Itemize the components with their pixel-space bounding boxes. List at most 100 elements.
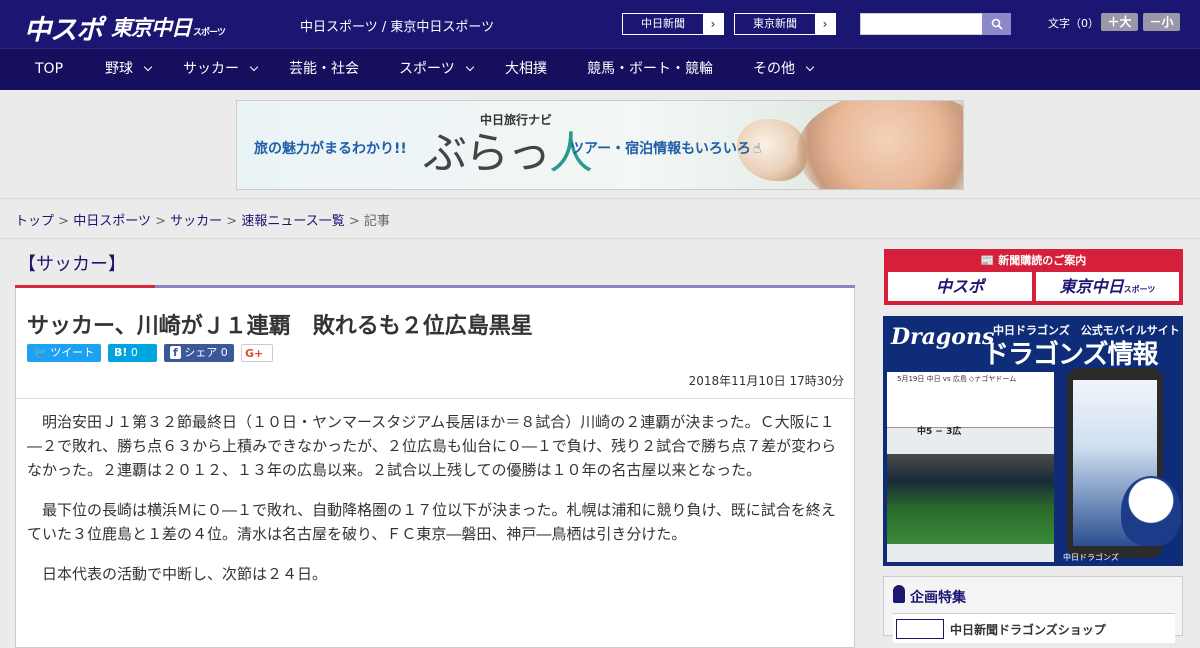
twitter-icon: 🐦 xyxy=(33,346,47,359)
tokyo-logo-small: スポーツ xyxy=(193,28,226,38)
nav-label: 競馬・ボート・競輪 xyxy=(587,61,713,77)
hatena-icon: B! xyxy=(114,346,128,359)
tokyo-shimbun-link[interactable]: 東京新聞 › xyxy=(734,13,836,35)
feature-box: 企画特集 中日新聞ドラゴンズショップ xyxy=(883,576,1183,643)
subscribe-tokyo-button[interactable]: 東京中日スポーツ xyxy=(1036,272,1179,301)
nav-item-sports[interactable]: スポーツ xyxy=(399,49,474,90)
article-paragraph: 最下位の長崎は横浜Ｍに０―１で敗れ、自動降格圏の１７位以下が決まった。札幌は浦和… xyxy=(27,501,836,543)
banner-right-text: ツアー・宿泊情報もいろいろ ☝ xyxy=(570,138,761,158)
article-card: サッカー、川崎がＪ１連覇 敗れるも２位広島黒星 🐦 ツイート B! 0 f シェ… xyxy=(15,288,855,648)
nav-label: 芸能・社会 xyxy=(289,61,359,77)
ad-banner[interactable]: 旅の魅力がまるわかり!! 中日旅行ナビ ぶらっ人 ツアー・宿泊情報もいろいろ ☝ xyxy=(236,100,964,190)
woman-photo xyxy=(797,101,963,189)
article-paragraph: 日本代表の活動で中断し、次節は２４日。 xyxy=(42,565,328,583)
google-plus-icon: G+ xyxy=(245,347,264,360)
facebook-share-button[interactable]: f シェア 0 xyxy=(164,344,234,362)
subscribe-tokyo-small: スポーツ xyxy=(1123,285,1156,294)
feature-title: 企画特集 xyxy=(910,590,966,606)
breadcrumb-separator: > xyxy=(226,214,238,229)
nav-label: サッカー xyxy=(183,61,239,77)
tokyo-chunichi-logo[interactable]: 東京中日 スポーツ xyxy=(111,12,226,42)
subscribe-tokyo-label: 東京中日 xyxy=(1059,277,1124,296)
scoreboard: 5月19日 中日 vs 広島 ◇ナゴヤドーム xyxy=(887,372,1054,428)
nav-item-entertainment[interactable]: 芸能・社会 xyxy=(289,49,359,90)
font-smaller-button[interactable]: －小 xyxy=(1143,13,1180,31)
subscription-title: 📰 新聞購読のご案内 xyxy=(884,252,1183,268)
dragons-logo: Dragons xyxy=(891,324,995,350)
subscribe-chuspo-button[interactable]: 中スポ xyxy=(888,272,1032,301)
article-paragraph: 明治安田Ｊ１第３２節最終日（１０日・ヤンマースタジアム長居ほか＝８試合）川崎の２… xyxy=(27,413,837,479)
search-input[interactable] xyxy=(860,13,983,35)
breadcrumb-separator: > xyxy=(155,214,166,229)
banner-right-label: ツアー・宿泊情報もいろいろ xyxy=(570,141,751,157)
dragons-title: ドラゴンズ情報 xyxy=(983,340,1158,370)
banner-title: ぶらっ人 xyxy=(423,117,593,181)
tweet-label: ツイート xyxy=(50,346,95,359)
chevron-right-icon: › xyxy=(815,14,835,34)
divider xyxy=(16,398,854,399)
chuspo-logo[interactable]: 中スポ xyxy=(24,8,103,47)
score-date: 5月19日 中日 vs 広島 ◇ナゴヤドーム xyxy=(897,375,1017,383)
facebook-count: 0 xyxy=(220,346,228,359)
article-body: 明治安田Ｊ１第３２節最終日（１０日・ヤンマースタジアム長居ほか＝８試合）川崎の２… xyxy=(27,410,845,602)
breadcrumb-soccer[interactable]: サッカー xyxy=(170,214,222,229)
category-label: 【サッカー】 xyxy=(18,254,126,275)
breadcrumb-current: 記事 xyxy=(363,214,390,229)
bookmark-icon xyxy=(893,585,905,603)
tokyo-logo-text: 東京中日 xyxy=(111,16,192,40)
chevron-right-icon: › xyxy=(703,14,723,34)
chunichi-shimbun-label: 中日新聞 xyxy=(641,17,685,30)
mascot-image xyxy=(1121,476,1181,546)
tokyo-shimbun-label: 東京新聞 xyxy=(753,17,797,30)
site-header: 中スポ 東京中日 スポーツ 中日スポーツ / 東京中日スポーツ 中日新聞 › 東京… xyxy=(0,0,1200,48)
facebook-share-label: シェア xyxy=(184,346,218,359)
article-date: 2018年11月10日 17時30分 xyxy=(688,374,844,388)
banner-title-a: ぶらっ xyxy=(423,128,551,179)
chevron-down-icon xyxy=(249,62,259,72)
breadcrumb-top[interactable]: トップ xyxy=(15,214,54,229)
main-nav: TOP 野球 サッカー 芸能・社会 スポーツ 大相撲 競馬・ボート・競輪 その他 xyxy=(0,48,1200,90)
chunichi-shimbun-link[interactable]: 中日新聞 › xyxy=(622,13,724,35)
feature-thumbnail[interactable] xyxy=(896,619,944,639)
subscription-title-label: 新聞購読のご案内 xyxy=(998,254,1087,267)
site-name: 中日スポーツ / 東京中日スポーツ xyxy=(300,20,495,35)
nav-item-racing[interactable]: 競馬・ボート・競輪 xyxy=(587,49,713,90)
breadcrumb-separator: > xyxy=(348,214,360,229)
breadcrumb-bar: トップ > 中日スポーツ > サッカー > 速報ニュース一覧 > 記事 xyxy=(0,198,1200,239)
nav-item-other[interactable]: その他 xyxy=(753,49,815,90)
breadcrumb-separator: > xyxy=(58,214,70,229)
nav-label: 大相撲 xyxy=(505,61,547,77)
nav-label: 野球 xyxy=(105,61,133,77)
subscription-box: 📰 新聞購読のご案内 中スポ 東京中日スポーツ xyxy=(884,249,1183,305)
google-plus-button[interactable]: G+ xyxy=(241,344,273,362)
newspaper-icon: 📰 xyxy=(980,254,995,267)
breadcrumb-chunichi-sports[interactable]: 中日スポーツ xyxy=(73,214,151,229)
pointing-hand-icon: ☝ xyxy=(752,141,762,157)
chevron-down-icon xyxy=(465,62,474,72)
nav-label: スポーツ xyxy=(399,61,455,77)
chevron-down-icon xyxy=(143,62,153,72)
dragons-app-screen: 5月19日 中日 vs 広島 ◇ナゴヤドーム 中5 − 3広 xyxy=(887,372,1054,562)
search-button[interactable] xyxy=(982,13,1011,35)
breadcrumb: トップ > 中日スポーツ > サッカー > 速報ニュース一覧 > 記事 xyxy=(15,210,390,229)
nav-label: TOP xyxy=(35,61,64,77)
search-icon xyxy=(991,18,1003,30)
score-line: 中5 − 3広 xyxy=(917,427,962,437)
nav-label: その他 xyxy=(753,61,795,77)
nav-item-soccer[interactable]: サッカー xyxy=(183,49,259,90)
chevron-down-icon xyxy=(805,62,815,72)
dragons-footer: 中日ドラゴンズ xyxy=(1063,553,1119,562)
hatena-bookmark-button[interactable]: B! 0 xyxy=(108,344,157,362)
hatena-count: 0 xyxy=(130,346,138,359)
banner-left-text: 旅の魅力がまるわかり!! xyxy=(254,141,407,157)
breadcrumb-news-list[interactable]: 速報ニュース一覧 xyxy=(241,214,344,229)
nav-item-top[interactable]: TOP xyxy=(35,49,63,90)
facebook-icon: f xyxy=(170,346,181,359)
tweet-button[interactable]: 🐦 ツイート xyxy=(27,344,101,362)
font-larger-button[interactable]: ＋大 xyxy=(1101,13,1138,31)
nav-item-sumo[interactable]: 大相撲 xyxy=(505,49,547,90)
font-size-label: 文字（0） xyxy=(1048,17,1099,30)
dragons-mobile-ad[interactable]: Dragons 中日ドラゴンズ 公式モバイルサイト ドラゴンズ情報 5月19日 … xyxy=(883,316,1183,566)
article-headline: サッカー、川崎がＪ１連覇 敗れるも２位広島黒星 xyxy=(27,314,533,339)
nav-item-baseball[interactable]: 野球 xyxy=(105,49,153,90)
